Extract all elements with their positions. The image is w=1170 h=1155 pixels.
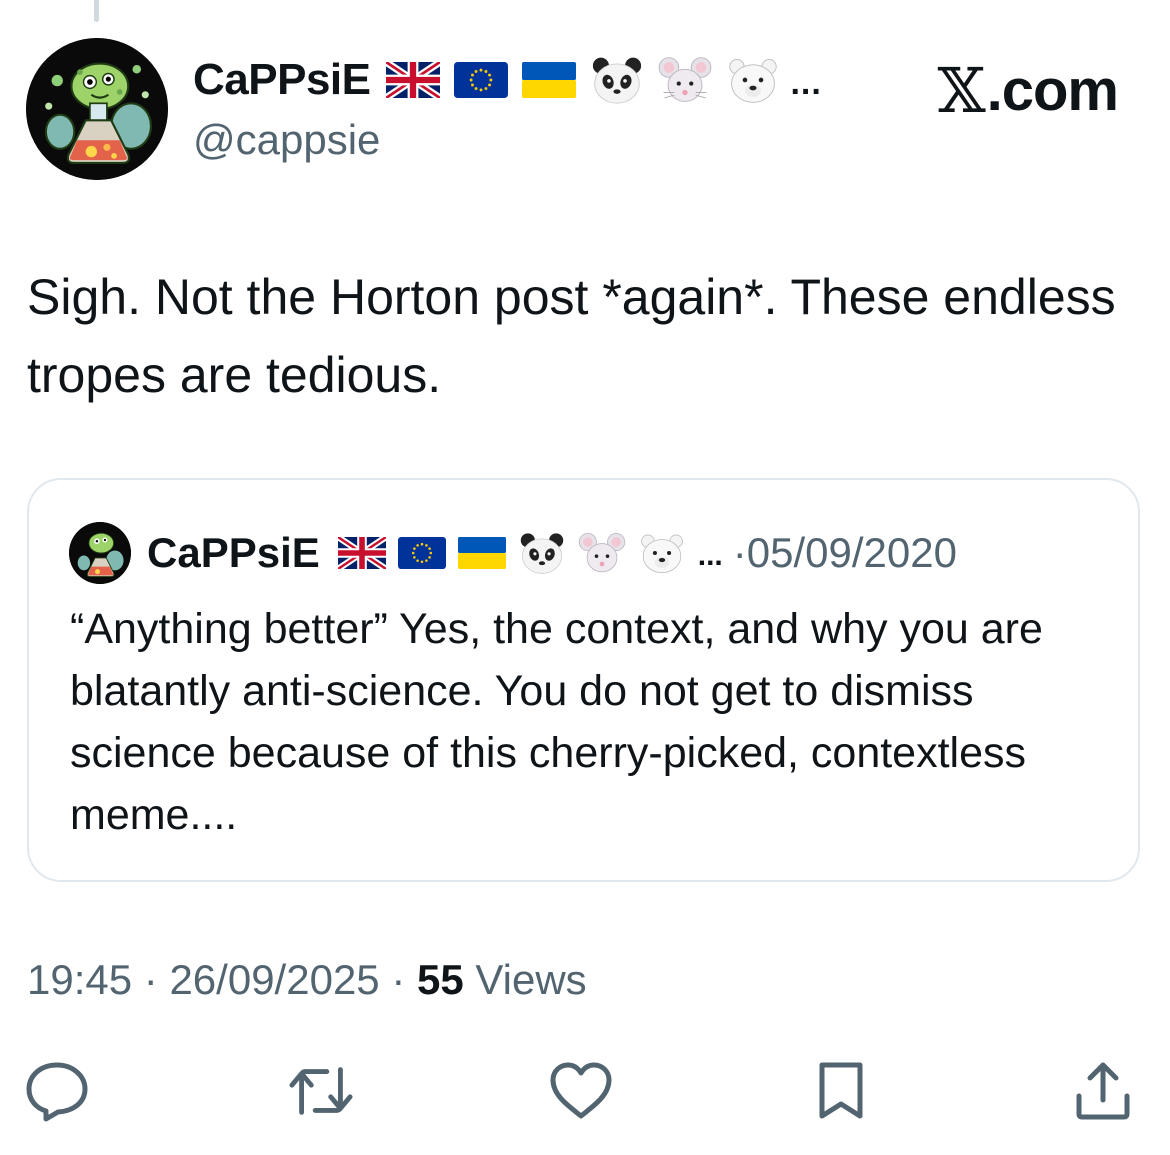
retweet-button[interactable] <box>288 1058 354 1124</box>
author-display-name[interactable]: CaPPsiE <box>193 55 371 105</box>
quoted-author-avatar-image <box>69 522 131 584</box>
author-avatar[interactable] <box>26 38 168 180</box>
share-icon <box>1076 1062 1130 1120</box>
quoted-badges-overflow-ellipsis: ... <box>697 539 723 572</box>
polar-bear-face-icon <box>726 55 780 105</box>
post-text: Sigh. Not the Horton post *again*. These… <box>27 269 1116 403</box>
brand-logo: 𝕏 .com <box>937 54 1119 127</box>
mouse-face-icon <box>578 532 625 573</box>
badges-overflow-ellipsis: ... <box>790 64 822 102</box>
ukraine-flag-icon <box>522 62 577 98</box>
views-label: Views <box>475 956 587 1003</box>
thread-connector-line <box>94 0 99 22</box>
meta-separator: · <box>391 956 406 1003</box>
quoted-date-separator: · <box>732 529 747 576</box>
post-time: 19:45 <box>27 956 133 1003</box>
uk-flag-icon <box>386 62 441 98</box>
polar-bear-face-icon <box>640 534 683 574</box>
eu-flag-icon <box>454 62 509 98</box>
quoted-post-header: CaPPsiE ... ·05/09/2020 <box>69 522 957 584</box>
quoted-author-badges: ... <box>337 531 723 575</box>
quoted-author-avatar <box>69 522 131 584</box>
brand-domain: .com <box>986 58 1119 123</box>
bookmark-button[interactable] <box>808 1058 874 1124</box>
author-badges: ... <box>386 55 821 105</box>
quoted-author-display-name: CaPPsiE <box>147 529 320 576</box>
meta-separator: · <box>143 956 158 1003</box>
panda-face-icon <box>520 533 563 574</box>
quoted-date-value: 05/09/2020 <box>746 529 957 576</box>
views-count[interactable]: 55 <box>417 956 464 1003</box>
reply-icon <box>26 1062 88 1122</box>
post-date: 26/09/2025 <box>169 956 380 1003</box>
author-name-row: CaPPsiE ... <box>193 50 822 110</box>
retweet-icon <box>289 1067 353 1115</box>
author-avatar-image <box>26 38 168 180</box>
uk-flag-icon <box>337 537 386 569</box>
quoted-post-text: “Anything better” Yes, the context, and … <box>70 605 1043 839</box>
mouse-face-icon <box>658 55 712 105</box>
x-logo-icon: 𝕏 <box>937 54 986 127</box>
post-meta: 19:45 · 26/09/2025 · 55 Views <box>27 956 587 1004</box>
like-button[interactable] <box>548 1058 614 1124</box>
quoted-post-date: ·05/09/2020 <box>733 529 957 577</box>
ukraine-flag-icon <box>457 537 506 569</box>
author-handle[interactable]: @cappsie <box>193 116 380 164</box>
bookmark-icon <box>819 1062 863 1119</box>
panda-face-icon <box>590 55 644 105</box>
like-icon <box>550 1062 612 1119</box>
eu-flag-icon <box>397 537 446 569</box>
quoted-post-card[interactable]: CaPPsiE ... ·05/09/2020 “Anything better… <box>27 478 1140 882</box>
reply-button[interactable] <box>24 1058 90 1124</box>
share-button[interactable] <box>1070 1058 1136 1124</box>
